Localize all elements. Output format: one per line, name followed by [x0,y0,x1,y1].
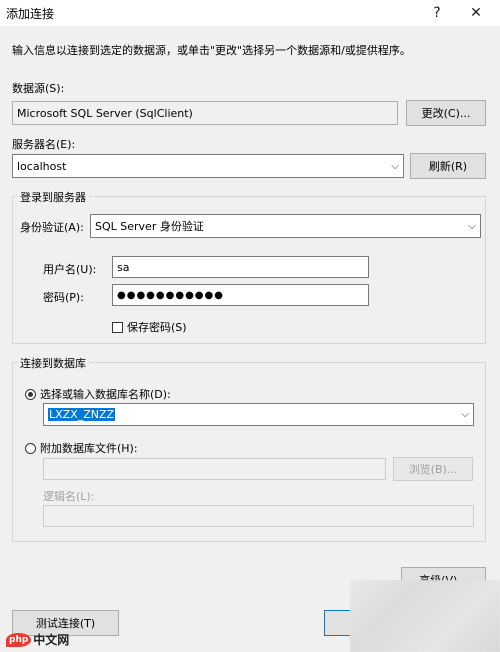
select-database-label: 选择或输入数据库名称(D): [40,388,171,401]
datasource-value: Microsoft SQL Server (SqlClient) [17,106,193,120]
refresh-button[interactable]: 刷新(R) [410,153,486,179]
title-bar: 添加连接 ? ✕ [0,0,500,26]
database-value: LXZX_ZNZZ [48,408,116,421]
password-value: ●●●●●●●●●●● [117,289,224,301]
chevron-down-icon[interactable]: ⌵ [464,215,480,237]
save-password-checkbox[interactable]: 保存密码(S) [112,319,187,335]
auth-value: SQL Server 身份验证 [95,220,204,233]
watermark-blur [350,580,500,652]
window-title: 添加连接 [6,7,55,21]
save-password-label: 保存密码(S) [127,321,187,334]
logical-name-input[interactable] [43,505,474,527]
chevron-down-icon[interactable]: ⌵ [457,404,473,425]
server-combobox[interactable]: localhost ⌵ [12,154,404,178]
radio-unselected-icon[interactable] [25,442,36,454]
password-label: 密码(P): [43,291,84,304]
change-button[interactable]: 更改(C)... [406,100,486,126]
site-logo: php 中文网 [6,631,69,648]
attach-file-radio[interactable]: 附加数据库文件(H): [25,440,138,456]
chevron-down-icon[interactable]: ⌵ [387,155,403,177]
help-button[interactable]: ? [423,2,451,24]
close-button[interactable]: ✕ [462,2,490,24]
password-input[interactable]: ●●●●●●●●●●● [112,284,369,306]
database-group-title: 连接到数据库 [17,355,89,371]
auth-combobox[interactable]: SQL Server 身份验证 ⌵ [90,214,481,238]
logical-name-label: 逻辑名(L): [43,490,95,503]
username-input[interactable]: sa [112,256,369,278]
database-combobox[interactable]: LXZX_ZNZZ ⌵ [43,403,474,426]
php-logo-icon: php [6,632,32,647]
login-group-title: 登录到服务器 [17,189,89,205]
checkbox-box[interactable] [112,321,123,333]
datasource-label: 数据源(S): [12,82,65,95]
attach-file-label: 附加数据库文件(H): [40,442,138,455]
browse-button[interactable]: 浏览(B)... [393,457,473,481]
server-label: 服务器名(E): [12,138,76,151]
select-database-radio[interactable]: 选择或输入数据库名称(D): [25,386,171,402]
intro-text: 输入信息以连接到选定的数据源，或单击"更改"选择另一个数据源和/或提供程序。 [12,44,411,57]
username-label: 用户名(U): [43,263,97,276]
username-value: sa [117,260,130,274]
datasource-field: Microsoft SQL Server (SqlClient) [12,101,398,125]
attach-file-input[interactable] [43,458,386,480]
server-value: localhost [17,159,67,173]
radio-selected-icon[interactable] [25,388,36,400]
auth-label: 身份验证(A): [20,221,84,234]
site-name: 中文网 [33,633,70,647]
